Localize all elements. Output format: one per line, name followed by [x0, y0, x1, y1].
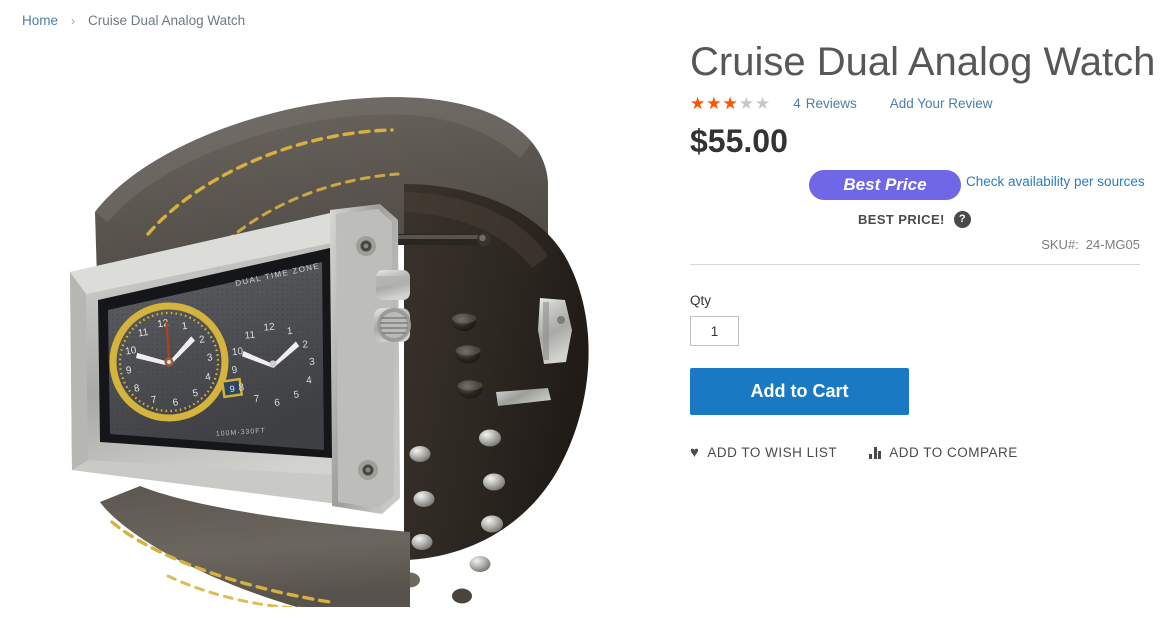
breadcrumb: Home › Cruise Dual Analog Watch — [22, 11, 245, 31]
breadcrumb-current-page: Cruise Dual Analog Watch — [88, 13, 246, 28]
check-availability-link[interactable]: Check availability per sources — [966, 174, 1145, 189]
svg-text:10: 10 — [125, 345, 138, 358]
best-price-note: BEST PRICE! ? — [690, 208, 1140, 230]
sku-label: SKU#: — [1041, 237, 1079, 252]
star-rating[interactable]: ★★★★★ ★★★★★ — [690, 95, 771, 112]
add-to-cart-button[interactable]: Add to Cart — [690, 368, 909, 415]
reviews-label: Reviews — [805, 95, 857, 111]
badge-row: Best Price Check availability per source… — [690, 170, 1145, 202]
secondary-actions: ♥ ADD TO WISH LIST ADD TO COMPARE — [690, 445, 1140, 460]
add-to-wish-list-link[interactable]: ♥ ADD TO WISH LIST — [690, 445, 837, 460]
help-icon[interactable]: ? — [953, 210, 971, 228]
add-your-review-link[interactable]: Add Your Review — [890, 96, 993, 111]
product-info-panel: Cruise Dual Analog Watch ★★★★★ ★★★★★ 4Re… — [690, 38, 1156, 460]
qty-label: Qty — [690, 293, 712, 308]
product-gallery[interactable]: DUAL TIME ZONE 100M-330FT 12 1 2 3 4 5 6… — [0, 62, 660, 607]
product-page: Home › Cruise Dual Analog Watch DUAL TIM… — [0, 0, 1170, 621]
svg-text:10: 10 — [231, 346, 244, 358]
chevron-right-icon: › — [71, 14, 76, 28]
sku-row: SKU#: 24-MG05 — [690, 237, 1140, 252]
best-price-label: BEST PRICE! — [858, 211, 945, 227]
page-title: Cruise Dual Analog Watch — [690, 40, 1156, 84]
svg-text:11: 11 — [137, 327, 149, 340]
product-image[interactable]: DUAL TIME ZONE 100M-330FT 12 1 2 3 4 5 6… — [0, 62, 660, 607]
compare-bars-icon — [869, 446, 882, 459]
star-rating-fill: ★★★★★ — [690, 94, 739, 112]
best-price-badge[interactable]: Best Price — [809, 170, 961, 200]
add-to-compare-label: ADD TO COMPARE — [889, 445, 1018, 460]
add-to-compare-link[interactable]: ADD TO COMPARE — [869, 445, 1018, 460]
product-price: $55.00 — [690, 123, 788, 159]
reviews-count-link[interactable]: 4 Reviews — [793, 96, 857, 111]
qty-input[interactable] — [690, 316, 739, 346]
svg-text:11: 11 — [244, 330, 256, 342]
review-count: 4 — [793, 95, 801, 111]
sku-value: 24-MG05 — [1085, 237, 1140, 252]
add-to-wish-list-label: ADD TO WISH LIST — [707, 445, 838, 460]
svg-text:12: 12 — [263, 322, 276, 334]
info-divider — [690, 264, 1140, 265]
rating-summary: ★★★★★ ★★★★★ 4Reviews Add Your Review — [690, 92, 1140, 114]
breadcrumb-home-link[interactable]: Home — [22, 11, 58, 31]
heart-icon: ♥ — [690, 444, 700, 461]
